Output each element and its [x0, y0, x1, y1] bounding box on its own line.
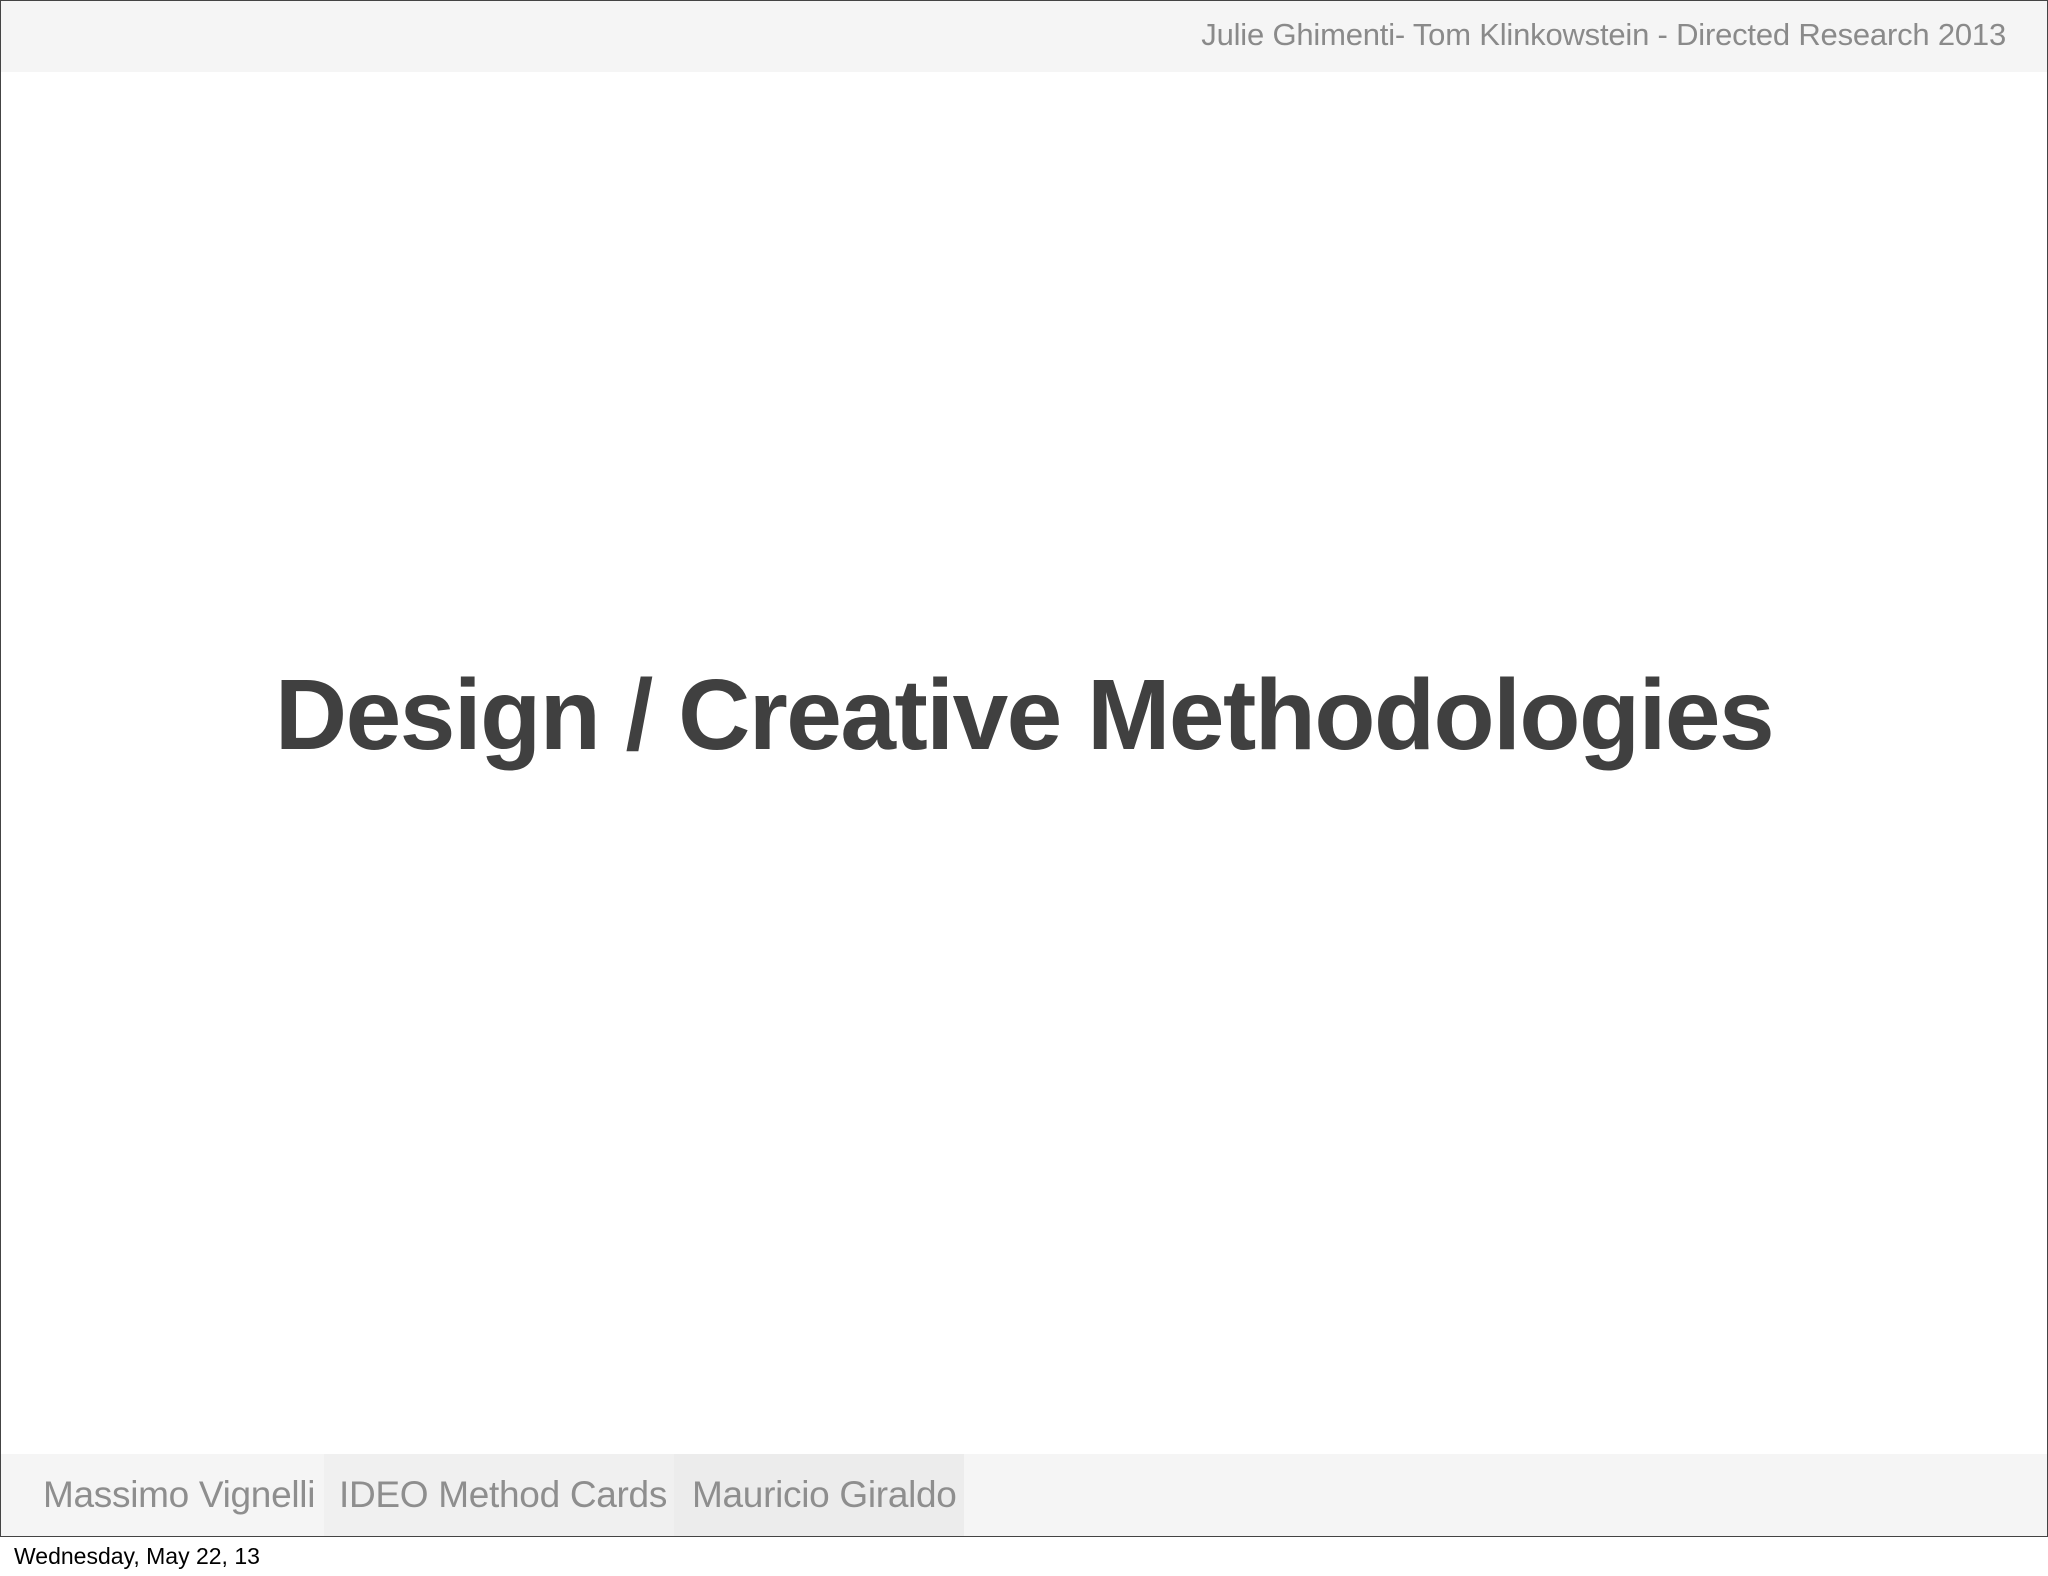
header-credits: Julie Ghimenti- Tom Klinkowstein - Direc…: [1201, 17, 2006, 52]
nav-link-massimo-vignelli[interactable]: Massimo Vignelli: [25, 1454, 324, 1536]
slide: Julie Ghimenti- Tom Klinkowstein - Direc…: [0, 0, 2048, 1537]
print-date: Wednesday, May 22, 13: [14, 1543, 260, 1569]
slide-title: Design / Creative Methodologies: [274, 659, 1775, 771]
nav-link-mauricio-giraldo[interactable]: Mauricio Giraldo: [674, 1454, 964, 1536]
footer-nav: Massimo Vignelli IDEO Method Cards Mauri…: [1, 1454, 2047, 1536]
nav-link-ideo-method-cards[interactable]: IDEO Method Cards: [324, 1454, 674, 1536]
header-bar: Julie Ghimenti- Tom Klinkowstein - Direc…: [1, 1, 2047, 72]
